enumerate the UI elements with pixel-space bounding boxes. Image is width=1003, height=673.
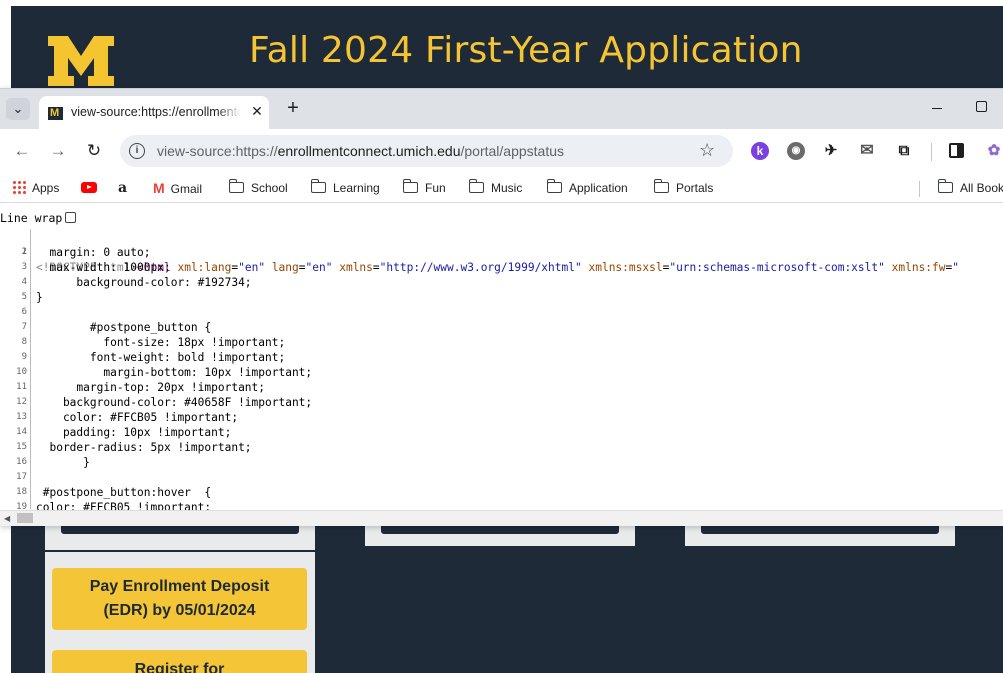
forward-arrow-icon[interactable]: →	[46, 139, 70, 163]
url-text[interactable]: view-source:https://enrollmentconnect.um…	[157, 142, 564, 160]
source-line: 12 background-color: #40658F !important;	[16, 396, 313, 409]
source-line: 1 <!DOCTYPE html><html xml:lang="en" lan…	[21, 247, 960, 274]
address-bar[interactable]: i view-source:https://enrollmentconnect.…	[120, 135, 733, 167]
bookmark-youtube[interactable]	[81, 179, 97, 197]
page-header: Fall 2024 First-Year Application	[11, 6, 1003, 90]
source-line: 14 padding: 10px !important;	[16, 426, 232, 439]
line-wrap-checkbox[interactable]	[65, 212, 77, 223]
source-line: 10 margin-bottom: 10px !important;	[16, 366, 313, 379]
back-arrow-icon[interactable]: ←	[10, 139, 34, 163]
deposit-button-line-2: (EDR) by 05/01/2024	[103, 602, 256, 619]
source-line: 2 margin: 0 auto;	[21, 246, 151, 259]
source-line: 6	[21, 307, 27, 317]
source-line: 19 color: #FFCB05 !important;	[16, 501, 212, 510]
bookmarks-divider	[919, 181, 920, 197]
bookmark-folder-school[interactable]: School	[228, 179, 288, 197]
line-wrap-toggle[interactable]: Line wrap	[0, 211, 77, 225]
page-title: Fall 2024 First-Year Application	[249, 30, 803, 71]
pay-enrollment-deposit-button[interactable]: Pay Enrollment Deposit (EDR) by 05/01/20…	[52, 568, 307, 630]
browser-toolbar: ← → ↻ i view-source:https://enrollmentco…	[0, 129, 1003, 173]
source-line: 5}	[21, 291, 43, 304]
bookmark-folder-application[interactable]: Application	[546, 179, 628, 197]
horizontal-scrollbar[interactable]: ◀	[0, 510, 1003, 526]
folder-icon	[937, 179, 953, 193]
register-button[interactable]: Register for	[52, 650, 307, 673]
register-button-label: Register for	[134, 661, 225, 673]
scrollbar-thumb[interactable]	[17, 513, 33, 523]
source-line: 16 }	[16, 456, 90, 469]
minimize-button[interactable]	[930, 100, 946, 116]
source-line: 8 font-size: 18px !important;	[21, 336, 286, 349]
bookmark-folder-music[interactable]: Music	[468, 179, 522, 197]
apps-grid-icon	[12, 180, 26, 194]
reload-icon[interactable]: ↻	[82, 139, 106, 163]
folder-icon	[228, 179, 244, 193]
bookmarks-bar: Apps a M Gmail School Learning Fun Music …	[0, 173, 1003, 203]
source-line: 9 font-weight: bold !important;	[21, 351, 286, 364]
source-line: 17	[16, 472, 27, 482]
bookmark-folder-fun[interactable]: Fun	[402, 179, 446, 197]
tomato-extension-icon[interactable]: ◉	[787, 142, 805, 160]
tab-strip: ⌄ M view-source:https://enrollmentconnec…	[0, 89, 1003, 129]
source-line: 7 #postpone_button {	[21, 321, 212, 334]
source-line: 18 #postpone_button:hover {	[16, 486, 212, 499]
bookmark-star-icon[interactable]: ☆	[699, 140, 715, 160]
close-icon[interactable]: ✕	[249, 102, 265, 120]
umich-favicon-icon: M	[48, 107, 63, 120]
gmail-icon: M	[153, 180, 165, 196]
bookmark-folder-portals[interactable]: Portals	[653, 179, 713, 197]
tab-view-source[interactable]: M view-source:https://enrollmentconnect.…	[39, 96, 269, 129]
folder-icon	[546, 179, 562, 193]
tab-title: view-source:https://enrollmentconnect.um…	[71, 103, 241, 121]
source-line: 13 color: #FFCB05 !important;	[16, 411, 239, 424]
source-line: 3 max-width: 1000px;	[21, 261, 171, 274]
all-bookmarks-folder[interactable]: All Bookmarks	[937, 179, 1003, 197]
source-line: 15 border-radius: 5px !important;	[16, 441, 252, 454]
bookmark-folder-learning[interactable]: Learning	[310, 179, 380, 197]
screen: Fall 2024 First-Year Application Pay Enr…	[0, 0, 1003, 673]
browser-window: ⌄ M view-source:https://enrollmentconnec…	[0, 88, 1003, 526]
source-line: 4 background-color: #192734;	[21, 276, 252, 289]
owl-extension-icon[interactable]: ✿	[985, 142, 1003, 160]
chevron-down-icon: ⌄	[12, 101, 24, 116]
scroll-left-icon[interactable]: ◀	[4, 514, 10, 523]
amazon-icon: a	[118, 180, 128, 196]
k-extension-icon[interactable]: k	[751, 142, 769, 160]
folder-icon	[653, 179, 669, 193]
toolbar-divider	[931, 143, 932, 161]
bookmark-gmail[interactable]: M Gmail	[153, 179, 202, 197]
source-viewer: Line wrap 1 <!DOCTYPE html><html xml:lan…	[0, 204, 1003, 526]
maximize-button[interactable]	[976, 101, 987, 112]
folder-icon	[468, 179, 484, 193]
youtube-icon	[81, 182, 97, 193]
folder-icon	[402, 179, 418, 193]
tab-search-button[interactable]: ⌄	[6, 98, 30, 120]
folder-icon	[310, 179, 326, 193]
puzzle-extensions-icon[interactable]: ⧉	[895, 142, 913, 160]
mail-extension-icon[interactable]: ✉	[858, 142, 876, 160]
bookmark-apps[interactable]: Apps	[12, 179, 59, 197]
umich-logo-icon[interactable]	[46, 32, 116, 88]
source-line: 11 margin-top: 20px !important;	[16, 381, 266, 394]
bookmark-amazon[interactable]: a	[118, 179, 127, 197]
bird-extension-icon[interactable]: ✈	[822, 142, 840, 160]
site-info-icon[interactable]: i	[129, 143, 145, 159]
deposit-button-line-1: Pay Enrollment Deposit	[89, 578, 270, 595]
side-panel-icon[interactable]	[949, 143, 964, 158]
new-tab-button[interactable]: +	[283, 98, 303, 118]
